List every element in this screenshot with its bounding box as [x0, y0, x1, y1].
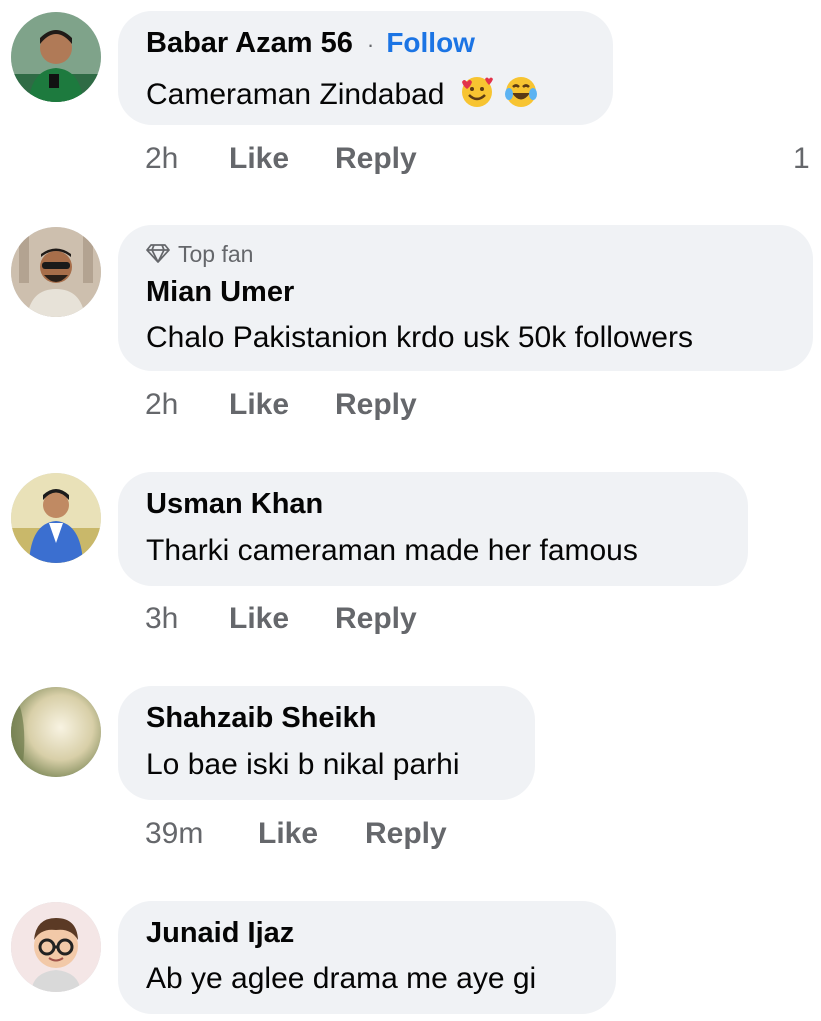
comment-bubble: Junaid Ijaz Ab ye aglee drama me aye gi [118, 901, 616, 1014]
comment-time[interactable]: 2h [145, 142, 178, 176]
comment-bubble: Top fan Mian Umer Chalo Pakistanion krdo… [118, 225, 813, 371]
comment-time[interactable]: 39m [145, 817, 203, 851]
comment-text: Chalo Pakistanion krdo usk 50k followers [146, 321, 693, 354]
avatar[interactable] [11, 227, 101, 317]
avatar[interactable] [11, 12, 101, 102]
reaction-count[interactable]: 1 [793, 142, 810, 176]
comment-bubble: Usman Khan Tharki cameraman made her fam… [118, 472, 748, 586]
comment-text: Cameraman Zindabad [146, 77, 445, 111]
comment-item: Babar Azam 56 · Follow Cameraman Zindaba… [0, 0, 821, 200]
avatar[interactable] [11, 902, 101, 992]
top-fan-badge: Top fan [146, 241, 253, 269]
reply-button[interactable]: Reply [335, 602, 417, 636]
avatar-image [11, 12, 101, 102]
follow-button[interactable]: Follow [386, 27, 475, 58]
like-button[interactable]: Like [258, 817, 318, 851]
reply-button[interactable]: Reply [365, 817, 447, 851]
top-fan-label: Top fan [178, 241, 254, 267]
comment-bubble: Babar Azam 56 · Follow Cameraman Zindaba… [118, 11, 613, 125]
avatar-image [11, 687, 101, 777]
avatar-image [11, 473, 101, 563]
separator-dot: · [366, 32, 375, 57]
comment-time[interactable]: 2h [145, 388, 178, 422]
comment-time[interactable]: 3h [145, 602, 178, 636]
comment-author[interactable]: Babar Azam 56 [146, 27, 353, 59]
comment-text: Tharki cameraman made her famous [146, 534, 638, 567]
comment-item: Top fan Mian Umer Chalo Pakistanion krdo… [0, 200, 821, 450]
diamond-icon [146, 242, 170, 269]
like-button[interactable]: Like [229, 142, 289, 176]
avatar[interactable] [11, 473, 101, 563]
comment-author[interactable]: Junaid Ijaz [146, 917, 294, 949]
like-button[interactable]: Like [229, 602, 289, 636]
comment-text: Lo bae iski b nikal parhi [146, 748, 460, 781]
smiling-face-with-hearts-icon [459, 74, 495, 118]
comment-author[interactable]: Mian Umer [146, 276, 294, 308]
comment-author[interactable]: Usman Khan [146, 488, 323, 520]
avatar-image [11, 227, 101, 317]
reply-button[interactable]: Reply [335, 142, 417, 176]
comment-author[interactable]: Shahzaib Sheikh [146, 702, 376, 734]
face-with-tears-of-joy-icon [503, 74, 539, 118]
avatar[interactable] [11, 687, 101, 777]
comment-item: Junaid Ijaz Ab ye aglee drama me aye gi [0, 880, 821, 1021]
avatar-image [11, 902, 101, 992]
reply-button[interactable]: Reply [335, 388, 417, 422]
comment-text: Ab ye aglee drama me aye gi [146, 962, 537, 995]
comment-item: Shahzaib Sheikh Lo bae iski b nikal parh… [0, 665, 821, 880]
comment-bubble: Shahzaib Sheikh Lo bae iski b nikal parh… [118, 686, 535, 800]
like-button[interactable]: Like [229, 388, 289, 422]
comment-item: Usman Khan Tharki cameraman made her fam… [0, 450, 821, 665]
